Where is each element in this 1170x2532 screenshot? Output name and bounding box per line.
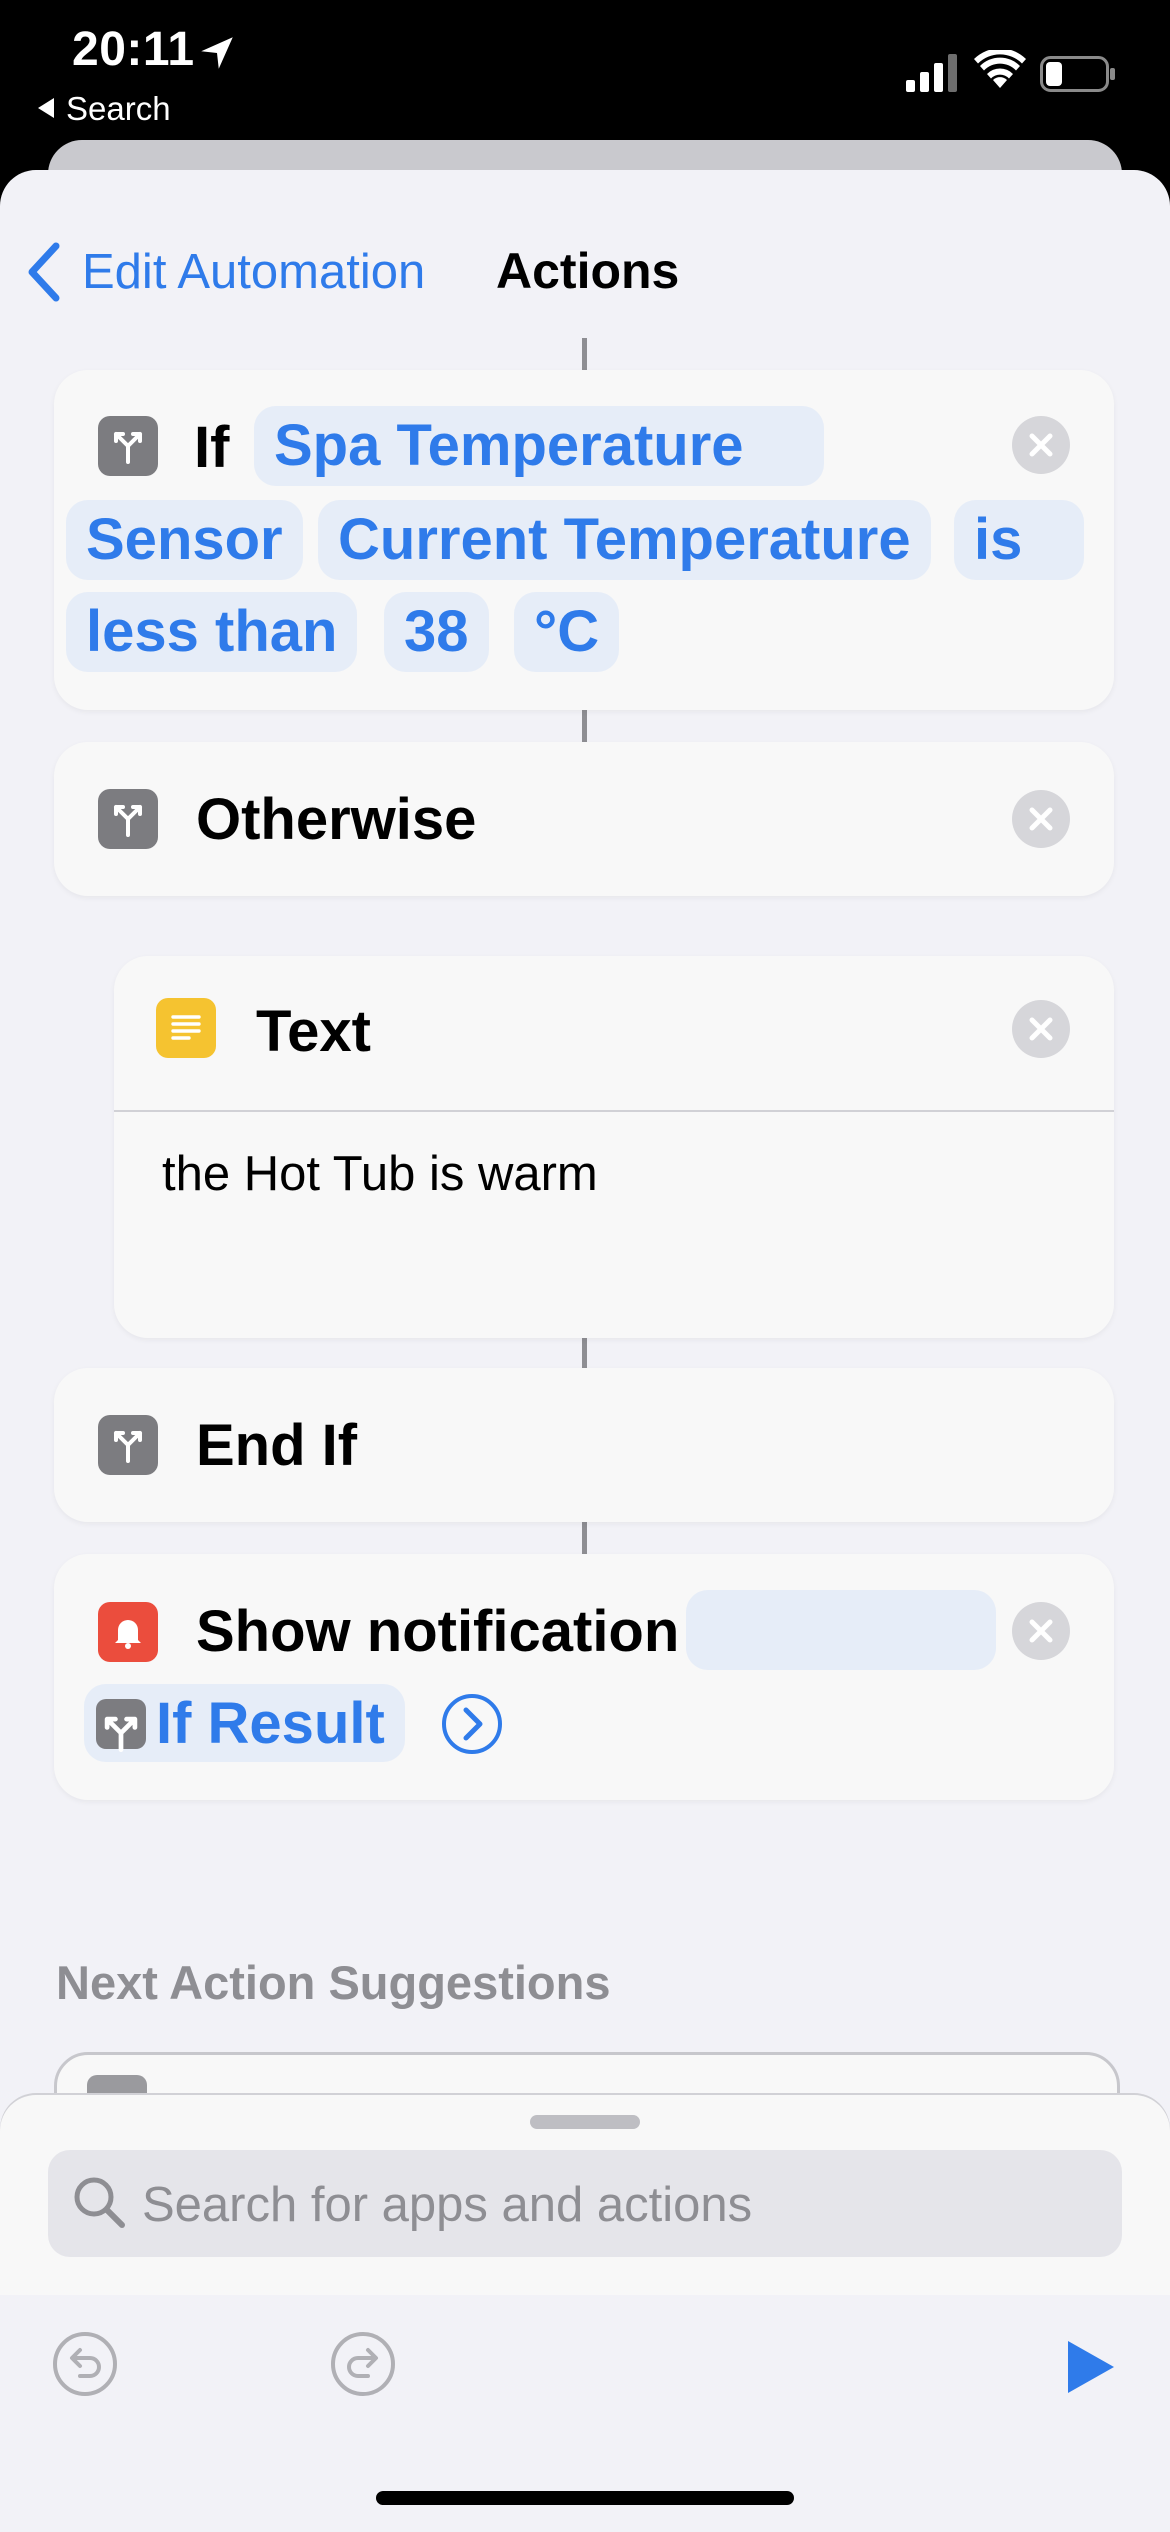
chevron-left-icon <box>28 242 60 302</box>
if-action-card[interactable]: If Spa Temperature Sensor Current Temper… <box>54 370 1114 710</box>
next-action-suggestions-title: Next Action Suggestions <box>56 1956 611 2009</box>
search-icon <box>74 2177 125 2228</box>
search-input[interactable] <box>140 2150 1094 2259</box>
notification-title-token[interactable] <box>686 1590 996 1670</box>
show-notification-label: Show notification <box>196 1599 680 1664</box>
run-play-icon[interactable] <box>1062 2339 1118 2395</box>
remove-action-button[interactable] <box>1012 1000 1070 1058</box>
status-bar: 20:11 Search <box>0 0 1170 140</box>
value-token[interactable]: 38 <box>384 592 489 672</box>
text-action-card[interactable]: Text the Hot Tub is warm <box>114 956 1114 1338</box>
home-indicator <box>376 2491 794 2505</box>
attribute-token[interactable]: Current Temperature <box>318 500 931 580</box>
redo-icon[interactable] <box>330 2331 396 2397</box>
text-content-field[interactable]: the Hot Tub is warm <box>162 1146 598 1202</box>
scripting-branch-icon <box>98 789 158 849</box>
condition-token-continued[interactable]: less than <box>66 592 358 672</box>
end-if-label: End If <box>196 1413 358 1478</box>
back-to-search-link[interactable]: Search <box>38 90 171 128</box>
remove-action-button[interactable] <box>1012 790 1070 848</box>
unit-token[interactable]: °C <box>514 592 620 672</box>
status-time: 20:11 <box>72 23 195 76</box>
device-token-continued[interactable]: Sensor <box>66 500 303 580</box>
undo-icon[interactable] <box>52 2331 118 2397</box>
if-keyword: If <box>194 415 230 480</box>
otherwise-action-card[interactable]: Otherwise <box>54 742 1114 896</box>
cellular-signal-icon <box>906 54 957 92</box>
search-bar[interactable] <box>48 2150 1122 2259</box>
otherwise-label: Otherwise <box>196 787 477 852</box>
close-icon <box>1029 433 1053 457</box>
condition-token[interactable]: is <box>954 500 1084 580</box>
battery-icon <box>1040 56 1115 92</box>
divider <box>114 1110 1114 1112</box>
remove-action-button[interactable] <box>1012 1602 1070 1660</box>
flow-connector <box>582 1338 587 1368</box>
scripting-branch-icon <box>96 1698 146 1752</box>
wifi-icon <box>974 50 1026 88</box>
close-icon <box>1029 807 1053 831</box>
close-icon <box>1029 1619 1053 1643</box>
scripting-branch-icon <box>98 416 158 476</box>
panel-grabber-handle[interactable] <box>530 2115 640 2129</box>
if-result-variable-token[interactable]: If Result <box>84 1684 405 1762</box>
flow-connector <box>582 1522 587 1554</box>
remove-action-button[interactable] <box>1012 416 1070 474</box>
close-icon <box>1029 1017 1053 1041</box>
flow-connector <box>582 338 587 370</box>
back-triangle-icon <box>38 98 54 119</box>
page-title: Actions <box>496 243 680 299</box>
text-action-label: Text <box>256 999 371 1064</box>
device-token[interactable]: Spa Temperature <box>254 406 824 486</box>
navigation-bar: Edit Automation Actions <box>0 220 1170 310</box>
show-notification-action-card[interactable]: Show notification If Result <box>54 1554 1114 1800</box>
location-arrow-icon <box>201 37 233 69</box>
back-button[interactable]: Edit Automation <box>26 242 425 302</box>
notification-bell-icon <box>98 1602 158 1662</box>
actions-sheet: Edit Automation Actions If Spa Temperatu… <box>0 170 1170 2532</box>
scripting-branch-icon <box>98 1415 158 1475</box>
text-document-icon <box>156 998 216 1058</box>
flow-connector <box>582 710 587 742</box>
chevron-right-circle-icon[interactable] <box>440 1692 504 1756</box>
end-if-action-card[interactable]: End If <box>54 1368 1114 1522</box>
